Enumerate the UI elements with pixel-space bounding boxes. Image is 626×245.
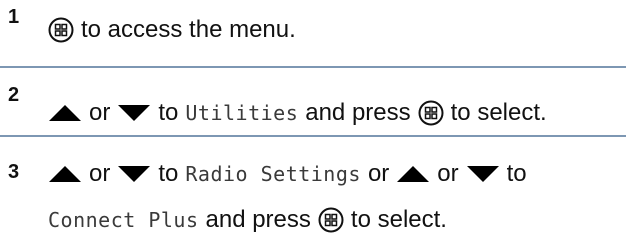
or-text: or [89,99,111,126]
to-text: to [158,160,179,187]
step-2: 2 or to Utilities and press to select. [0,68,626,134]
or-text: or [367,160,390,187]
down-arrow-icon [466,166,499,182]
step-2-line: or to Utilities and press to select. [48,98,547,128]
menu-item-connect-plus: Connect Plus [48,208,199,232]
down-arrow-icon [118,166,151,182]
to-text: to [506,160,527,187]
menu-item-radio-settings: Radio Settings [185,162,361,186]
and-press-text: and press [305,99,411,126]
step-number: 1 [8,6,20,28]
up-arrow-icon [397,166,430,182]
step-number: 3 [8,161,20,183]
step-1-line: to access the menu. [48,15,296,45]
menu-ok-button-icon [318,207,344,233]
up-arrow-icon [49,166,81,182]
menu-item-utilities: Utilities [185,101,299,125]
or-text: or [437,160,459,187]
or-text: or [89,160,111,187]
down-arrow-icon [118,105,151,121]
step-1-text: to access the menu. [81,16,296,43]
and-press-text: and press [205,206,311,233]
step-3: 3 or to Radio Settings or or to Connect … [0,137,626,245]
step-3-line-2: Connect Plus and press to select. [48,205,447,235]
menu-ok-button-icon [48,17,74,43]
up-arrow-icon [49,105,81,121]
to-select-text: to select. [450,99,547,126]
step-3-line-1: or to Radio Settings or or to [48,159,527,189]
step-number: 2 [8,84,20,106]
step-1: 1 to access the menu. [0,0,626,60]
to-select-text: to select. [350,206,447,233]
to-text: to [158,99,179,126]
menu-ok-button-icon [418,100,444,126]
